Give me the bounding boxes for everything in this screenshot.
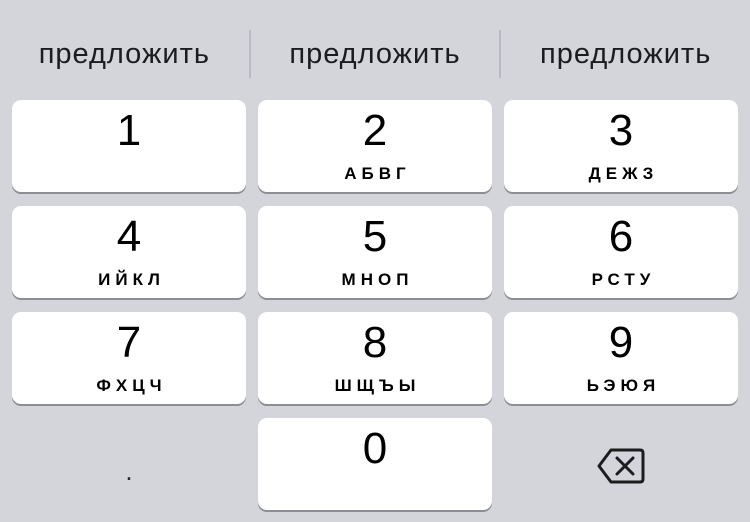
key-6[interactable]: 6 РСТУ — [504, 206, 738, 298]
key-digit: 5 — [362, 212, 388, 261]
key-7[interactable]: 7 ФХЦЧ — [12, 312, 246, 404]
key-digit: 8 — [362, 318, 388, 367]
key-5[interactable]: 5 МНОП — [258, 206, 492, 298]
key-digit: 1 — [116, 106, 142, 155]
key-letters: МНОП — [341, 270, 414, 289]
numeric-keypad: 1 2 АБВГ 3 ДЕЖЗ 4 ИЙКЛ 5 МНОП 6 РСТУ 7 Ф… — [12, 100, 738, 510]
key-digit: 7 — [116, 318, 142, 367]
key-4[interactable]: 4 ИЙКЛ — [12, 206, 246, 298]
backspace-icon — [597, 448, 645, 484]
key-letters: ИЙКЛ — [98, 270, 165, 289]
key-digit: 9 — [608, 318, 634, 367]
suggestion-left[interactable]: предложить — [0, 28, 249, 80]
key-digit: 6 — [608, 212, 634, 261]
key-letters: ШЩЪЫ — [334, 376, 421, 395]
key-9[interactable]: 9 ЬЭЮЯ — [504, 312, 738, 404]
decimal-label: . — [125, 456, 133, 486]
key-digit: 4 — [116, 212, 142, 261]
key-letters: ФХЦЧ — [96, 376, 167, 395]
key-letters: ЬЭЮЯ — [586, 376, 661, 395]
delete-key[interactable] — [504, 418, 738, 510]
key-digit: 2 — [362, 106, 388, 155]
suggestion-right[interactable]: предложить — [501, 28, 750, 80]
key-digit: 3 — [608, 106, 634, 155]
key-0[interactable]: 0 — [258, 418, 492, 510]
key-letters: АБВГ — [344, 164, 411, 183]
key-3[interactable]: 3 ДЕЖЗ — [504, 100, 738, 192]
decimal-key[interactable]: . — [12, 418, 246, 510]
key-digit: 0 — [362, 424, 388, 473]
suggestion-bar: предложить предложить предложить — [0, 28, 750, 80]
key-1[interactable]: 1 — [12, 100, 246, 192]
key-letters: ДЕЖЗ — [588, 164, 659, 183]
key-letters: РСТУ — [591, 270, 656, 289]
key-2[interactable]: 2 АБВГ — [258, 100, 492, 192]
suggestion-center[interactable]: предложить — [251, 28, 500, 80]
key-8[interactable]: 8 ШЩЪЫ — [258, 312, 492, 404]
